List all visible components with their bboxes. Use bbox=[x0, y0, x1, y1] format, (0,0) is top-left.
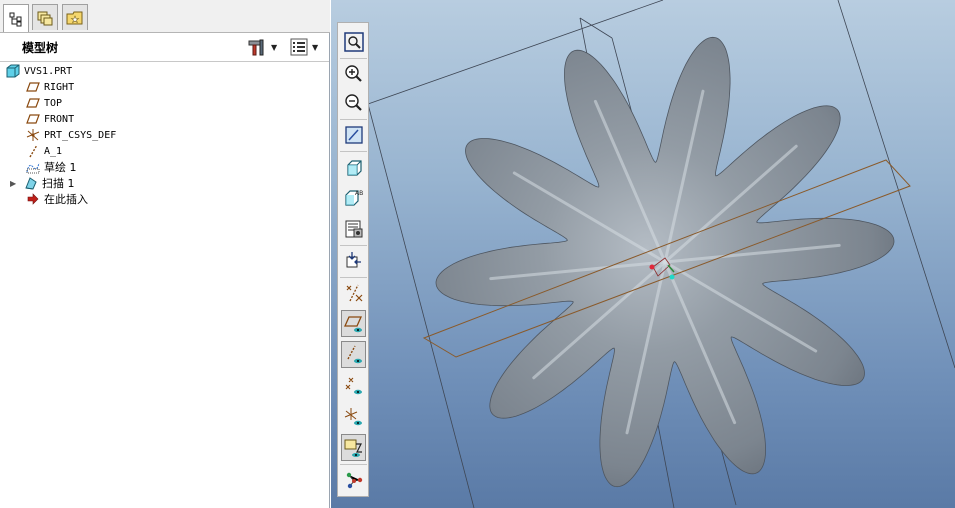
spin-center-button[interactable] bbox=[341, 247, 366, 274]
repaint-icon bbox=[344, 125, 363, 144]
coordinate-system-icon bbox=[26, 128, 40, 142]
layers-icon bbox=[37, 11, 53, 25]
saved-views-icon: AB bbox=[344, 190, 363, 206]
csys-display-toggle[interactable] bbox=[341, 403, 366, 430]
tree-item-axis[interactable]: A_1 bbox=[26, 143, 62, 159]
plane-display-icon bbox=[343, 315, 362, 332]
repaint-button[interactable] bbox=[341, 121, 366, 148]
tree-item-sketch[interactable]: 草绘 1 bbox=[26, 159, 77, 175]
tree-item-label: TOP bbox=[44, 97, 63, 109]
tree-item-label: FRONT bbox=[44, 113, 75, 125]
tools-icon bbox=[248, 39, 264, 56]
tree-item-label: 扫描 1 bbox=[42, 177, 75, 190]
sweep-icon bbox=[24, 176, 38, 190]
tree-columns-button[interactable]: ▼ bbox=[290, 38, 318, 56]
saved-views-button[interactable]: AB bbox=[341, 183, 366, 210]
model-tree-icon bbox=[9, 12, 22, 26]
chevron-down-icon: ▼ bbox=[312, 42, 319, 52]
layers-tab[interactable] bbox=[32, 4, 58, 30]
tree-settings-button[interactable]: ▼ bbox=[247, 38, 277, 56]
model-view bbox=[367, 0, 955, 508]
refit-icon bbox=[343, 31, 364, 52]
tree-item-sweep[interactable]: ▶ 扫描 1 bbox=[10, 175, 75, 191]
favorites-folder-icon bbox=[66, 11, 83, 24]
zoom-out-icon bbox=[344, 93, 362, 111]
plane-display-toggle[interactable] bbox=[341, 310, 366, 337]
zoom-out-button[interactable] bbox=[341, 89, 366, 116]
datum-axis-icon bbox=[26, 144, 40, 158]
part-icon bbox=[6, 64, 20, 78]
zoom-in-button[interactable] bbox=[341, 60, 366, 87]
tree-item-label: 在此插入 bbox=[44, 193, 88, 206]
view-manager-icon bbox=[345, 220, 362, 237]
tree-item-label: RIGHT bbox=[44, 81, 75, 93]
datum-plane-icon bbox=[26, 96, 40, 110]
list-icon bbox=[290, 38, 308, 56]
orientation-icon bbox=[346, 159, 362, 176]
axis-display-toggle[interactable] bbox=[341, 341, 366, 368]
datum-display-filters-button[interactable] bbox=[341, 279, 366, 306]
annotation-display-toggle[interactable] bbox=[341, 434, 366, 461]
csys-display-icon bbox=[344, 407, 362, 425]
zoom-in-icon bbox=[344, 64, 362, 82]
tree-item-label: 草绘 1 bbox=[44, 161, 77, 174]
point-display-toggle[interactable] bbox=[341, 372, 366, 399]
tree-item-right[interactable]: RIGHT bbox=[26, 79, 74, 95]
tree-item-insert-here[interactable]: 在此插入 bbox=[26, 191, 88, 207]
left-panel: 模型树 ▼ ▼ VVS1.PRT RIGHT TOP FRONT PRT_CSY… bbox=[0, 0, 330, 508]
sketch-icon bbox=[26, 160, 40, 174]
model-tree-tab[interactable] bbox=[3, 4, 29, 32]
chevron-down-icon: ▼ bbox=[271, 42, 278, 52]
orientation-button[interactable] bbox=[341, 153, 366, 180]
axis-display-icon bbox=[346, 345, 362, 363]
favorites-tab[interactable] bbox=[62, 4, 88, 30]
model-tree-title: 模型树 bbox=[22, 41, 59, 55]
expand-arrow-icon[interactable]: ▶ bbox=[10, 179, 22, 188]
tree-item-label: VVS1.PRT bbox=[24, 65, 73, 77]
refit-button[interactable] bbox=[341, 28, 366, 55]
spin-center-icon bbox=[346, 251, 361, 267]
network-display-button[interactable] bbox=[341, 466, 366, 493]
tree-item-top[interactable]: TOP bbox=[26, 95, 62, 111]
tree-item-csys[interactable]: PRT_CSYS_DEF bbox=[26, 127, 116, 143]
graphics-window[interactable] bbox=[331, 0, 955, 508]
datum-plane-icon bbox=[26, 112, 40, 126]
tree-item-part[interactable]: VVS1.PRT bbox=[6, 63, 72, 79]
point-display-icon bbox=[345, 377, 362, 394]
model-tree-header: 模型树 ▼ ▼ bbox=[0, 33, 329, 62]
view-toolbar: AB bbox=[337, 22, 369, 497]
navigator-tabs bbox=[0, 0, 330, 33]
datum-plane-icon bbox=[26, 80, 40, 94]
datum-display-filters-icon bbox=[346, 284, 362, 301]
annotation-display-icon bbox=[344, 439, 362, 457]
svg-text:AB: AB bbox=[355, 190, 363, 197]
insert-here-icon bbox=[26, 192, 40, 206]
tree-item-front[interactable]: FRONT bbox=[26, 111, 74, 127]
view-manager-button[interactable] bbox=[341, 215, 366, 242]
tree-item-label: A_1 bbox=[44, 145, 63, 157]
network-display-icon bbox=[346, 472, 362, 488]
tree-item-label: PRT_CSYS_DEF bbox=[44, 129, 117, 141]
